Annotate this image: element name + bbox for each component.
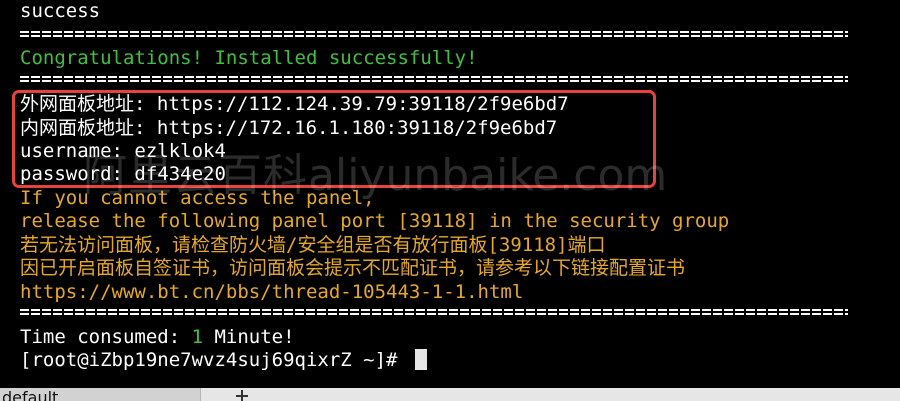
congratulations-message: Congratulations! Installed successfully! bbox=[20, 47, 478, 69]
help-link: https://www.bt.cn/bbs/thread-105443-1-1.… bbox=[20, 281, 524, 303]
tab-divider bbox=[200, 388, 201, 401]
status-line: success bbox=[20, 0, 101, 22]
time-consumed-suffix: Minute! bbox=[203, 326, 295, 348]
terminal-window[interactable]: success Congratulations! Installed succe… bbox=[0, 0, 900, 388]
notice-line-3: 若无法访问面板，请检查防火墙/安全组是否有放行面板[39118]端口 bbox=[20, 234, 606, 256]
notice-line-1: If you cannot access the panel, bbox=[20, 187, 375, 209]
notice-line-4: 因已开启面板自签证书，访问面板会提示不匹配证书，请参考以下链接配置证书 bbox=[20, 257, 686, 279]
shell-prompt-line[interactable]: [root@iZbp19ne7wvz4suj69qixrZ ~]# bbox=[20, 349, 427, 372]
time-consumed-prefix: Time consumed: bbox=[20, 326, 192, 348]
tab-default-label: default bbox=[2, 388, 59, 401]
separator-line bbox=[20, 28, 848, 40]
terminal-tab-bar: default bbox=[0, 388, 900, 401]
notice-line-2: release the following panel port [39118]… bbox=[20, 210, 730, 232]
credentials-highlight-box bbox=[12, 90, 656, 188]
text-cursor bbox=[414, 349, 427, 370]
separator-line bbox=[20, 73, 848, 85]
plus-icon[interactable] bbox=[234, 388, 250, 401]
time-consumed-value: 1 bbox=[191, 326, 204, 348]
tab-default[interactable]: default bbox=[0, 388, 200, 401]
time-consumed-line: Time consumed: 1 Minute! bbox=[20, 326, 295, 349]
shell-prompt: [root@iZbp19ne7wvz4suj69qixrZ ~]# bbox=[20, 349, 409, 371]
separator-line bbox=[20, 306, 848, 318]
